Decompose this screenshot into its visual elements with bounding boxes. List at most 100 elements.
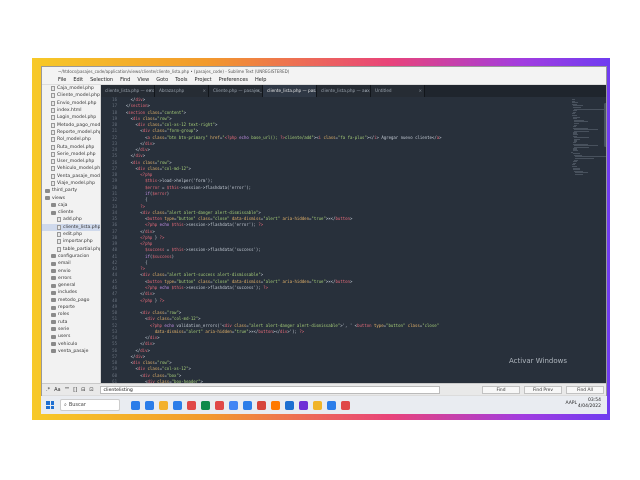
close-tab-icon[interactable]: × bbox=[148, 88, 152, 93]
folder-icon bbox=[51, 276, 56, 281]
taskbar-app-icon[interactable] bbox=[131, 400, 140, 410]
editor-tab[interactable]: cliente_lista.php — errors × bbox=[101, 85, 155, 97]
sidebar-file[interactable]: Serie_model.php bbox=[42, 151, 100, 158]
find-option-toggle[interactable]: ⊟ bbox=[81, 387, 85, 393]
sidebar-folder[interactable]: venta_pasaje bbox=[42, 348, 100, 355]
editor-tab[interactable]: cliente_lista.php — aux_restaurante_code… bbox=[317, 85, 371, 97]
sidebar-file[interactable]: importar.php bbox=[42, 238, 100, 245]
find-option-toggle[interactable]: "" bbox=[65, 387, 70, 393]
close-tab-icon[interactable]: × bbox=[364, 88, 368, 93]
close-tab-icon[interactable]: × bbox=[202, 88, 206, 93]
sidebar-folder[interactable]: serie bbox=[42, 326, 100, 333]
file-icon bbox=[51, 137, 55, 143]
menu-item-file[interactable]: File bbox=[58, 77, 66, 83]
sidebar-folder[interactable]: email bbox=[42, 260, 100, 267]
taskbar-app-icon[interactable] bbox=[201, 400, 210, 410]
taskbar-app-icon[interactable] bbox=[285, 400, 294, 410]
taskbar-app-icon[interactable] bbox=[257, 400, 266, 410]
tab-label: Untitled bbox=[375, 88, 392, 93]
find-option-toggle[interactable]: Aa bbox=[54, 387, 60, 393]
find-button[interactable]: Find bbox=[482, 385, 520, 394]
sidebar-file[interactable]: Envio_model.php bbox=[42, 100, 100, 107]
taskbar-app-icon[interactable] bbox=[187, 400, 196, 410]
sidebar-folder[interactable]: includes bbox=[42, 289, 100, 296]
tray-clock[interactable]: 03:54 4/04/2022 bbox=[578, 398, 601, 410]
sidebar-file[interactable]: Login_model.php bbox=[42, 114, 100, 121]
sidebar-folder[interactable]: envio bbox=[42, 267, 100, 274]
taskbar-app-icon[interactable] bbox=[145, 400, 154, 410]
taskbar-app-icon[interactable] bbox=[215, 400, 224, 410]
sidebar-folder[interactable]: caja bbox=[42, 202, 100, 209]
sidebar-file[interactable]: edit.php bbox=[42, 231, 100, 238]
find-option-toggle[interactable]: [] bbox=[73, 387, 77, 393]
taskbar-search[interactable]: ⌕ Buscar bbox=[60, 399, 120, 411]
taskbar-app-icon[interactable] bbox=[243, 400, 252, 410]
taskbar-app-icon[interactable] bbox=[159, 400, 168, 410]
menu-item-tools[interactable]: Tools bbox=[175, 77, 187, 83]
sidebar-folder[interactable]: ruta bbox=[42, 319, 100, 326]
sidebar-folder[interactable]: errors bbox=[42, 275, 100, 282]
sidebar-file[interactable]: Venta_pasaje_model.php bbox=[42, 173, 100, 180]
menu-item-preferences[interactable]: Preferences bbox=[219, 77, 248, 83]
menu-item-goto[interactable]: Goto bbox=[156, 77, 168, 83]
taskbar-app-icon[interactable] bbox=[229, 400, 238, 410]
sidebar-file[interactable]: add.php bbox=[42, 216, 100, 223]
sidebar-file[interactable]: index.html bbox=[42, 107, 100, 114]
find-option-toggle[interactable]: .* bbox=[46, 387, 50, 393]
editor-tab[interactable]: cliente_lista.php — pasajes_code/...clie… bbox=[263, 85, 317, 97]
sidebar-file[interactable]: Ruta_model.php bbox=[42, 143, 100, 150]
sidebar-folder[interactable]: configuracion bbox=[42, 253, 100, 260]
sidebar-folder[interactable]: metodo_pago bbox=[42, 297, 100, 304]
folder-icon bbox=[51, 210, 56, 215]
folder-icon bbox=[51, 349, 56, 354]
sidebar-file[interactable]: Rol_model.php bbox=[42, 136, 100, 143]
find-prev-button[interactable]: Find Prev bbox=[524, 385, 562, 394]
sidebar-file[interactable]: User_model.php bbox=[42, 158, 100, 165]
taskbar-app-icon[interactable] bbox=[313, 400, 322, 410]
sidebar-file[interactable]: table_partial.php bbox=[42, 246, 100, 253]
menu-item-selection[interactable]: Selection bbox=[90, 77, 113, 83]
code-editor[interactable]: cliente_lista.php — errors × Abrazar.php × C… bbox=[101, 85, 606, 396]
close-tab-icon[interactable]: × bbox=[256, 88, 260, 93]
sidebar-folder[interactable]: users bbox=[42, 333, 100, 340]
sidebar-folder[interactable]: roles bbox=[42, 311, 100, 318]
taskbar-app-icon[interactable] bbox=[327, 400, 336, 410]
editor-tab[interactable]: Untitled × bbox=[371, 85, 425, 97]
menu-item-view[interactable]: View bbox=[137, 77, 149, 83]
find-option-toggle[interactable]: ⊡ bbox=[89, 387, 93, 393]
editor-tab[interactable]: Cliente.php — pasajes_code/application/c… bbox=[209, 85, 263, 97]
menu-item-edit[interactable]: Edit bbox=[73, 77, 83, 83]
sidebar-file[interactable]: Metodo_pago_model.php bbox=[42, 121, 100, 128]
code-area[interactable]: </div> </section> <section class="conten… bbox=[121, 97, 551, 383]
taskbar-app-icon[interactable] bbox=[271, 400, 280, 410]
minimap[interactable] bbox=[571, 99, 606, 175]
sidebar-file[interactable]: Cliente_model.php bbox=[42, 92, 100, 99]
menu-item-help[interactable]: Help bbox=[255, 77, 266, 83]
taskbar-app-icon[interactable] bbox=[341, 400, 350, 410]
find-all-button[interactable]: Find All bbox=[566, 385, 604, 394]
sidebar-folder[interactable]: views bbox=[42, 194, 100, 201]
sidebar-folder[interactable]: reporte bbox=[42, 304, 100, 311]
sidebar-folder[interactable]: general bbox=[42, 282, 100, 289]
close-tab-icon[interactable]: × bbox=[418, 88, 422, 93]
editor-tab[interactable]: Abrazar.php × bbox=[155, 85, 209, 97]
menu-item-find[interactable]: Find bbox=[120, 77, 130, 83]
taskbar-app-icon[interactable] bbox=[299, 400, 308, 410]
editor-scrollbar[interactable] bbox=[604, 103, 606, 147]
sidebar-file[interactable]: Reporte_model.php bbox=[42, 129, 100, 136]
sidebar-file[interactable]: Viaje_model.php bbox=[42, 180, 100, 187]
sidebar-folder[interactable]: vehiculo bbox=[42, 340, 100, 347]
sidebar-file[interactable]: cliente_lista.php bbox=[42, 223, 100, 231]
file-icon bbox=[57, 217, 61, 223]
sidebar-file[interactable]: Caja_model.php bbox=[42, 85, 100, 92]
find-input[interactable]: clientelisting bbox=[99, 385, 440, 394]
taskbar-app-icon[interactable] bbox=[173, 400, 182, 410]
close-tab-icon[interactable]: × bbox=[310, 88, 314, 93]
windows-start-icon[interactable] bbox=[46, 401, 54, 409]
project-sidebar[interactable]: Caja_model.php Cliente_model.php Envio_mod… bbox=[42, 85, 101, 383]
menu-item-project[interactable]: Project bbox=[195, 77, 212, 83]
sidebar-folder[interactable]: cliente bbox=[42, 209, 100, 216]
folder-icon bbox=[51, 203, 56, 208]
sidebar-folder[interactable]: third_party bbox=[42, 187, 100, 194]
sidebar-file[interactable]: Vehiculo_model.php bbox=[42, 165, 100, 172]
